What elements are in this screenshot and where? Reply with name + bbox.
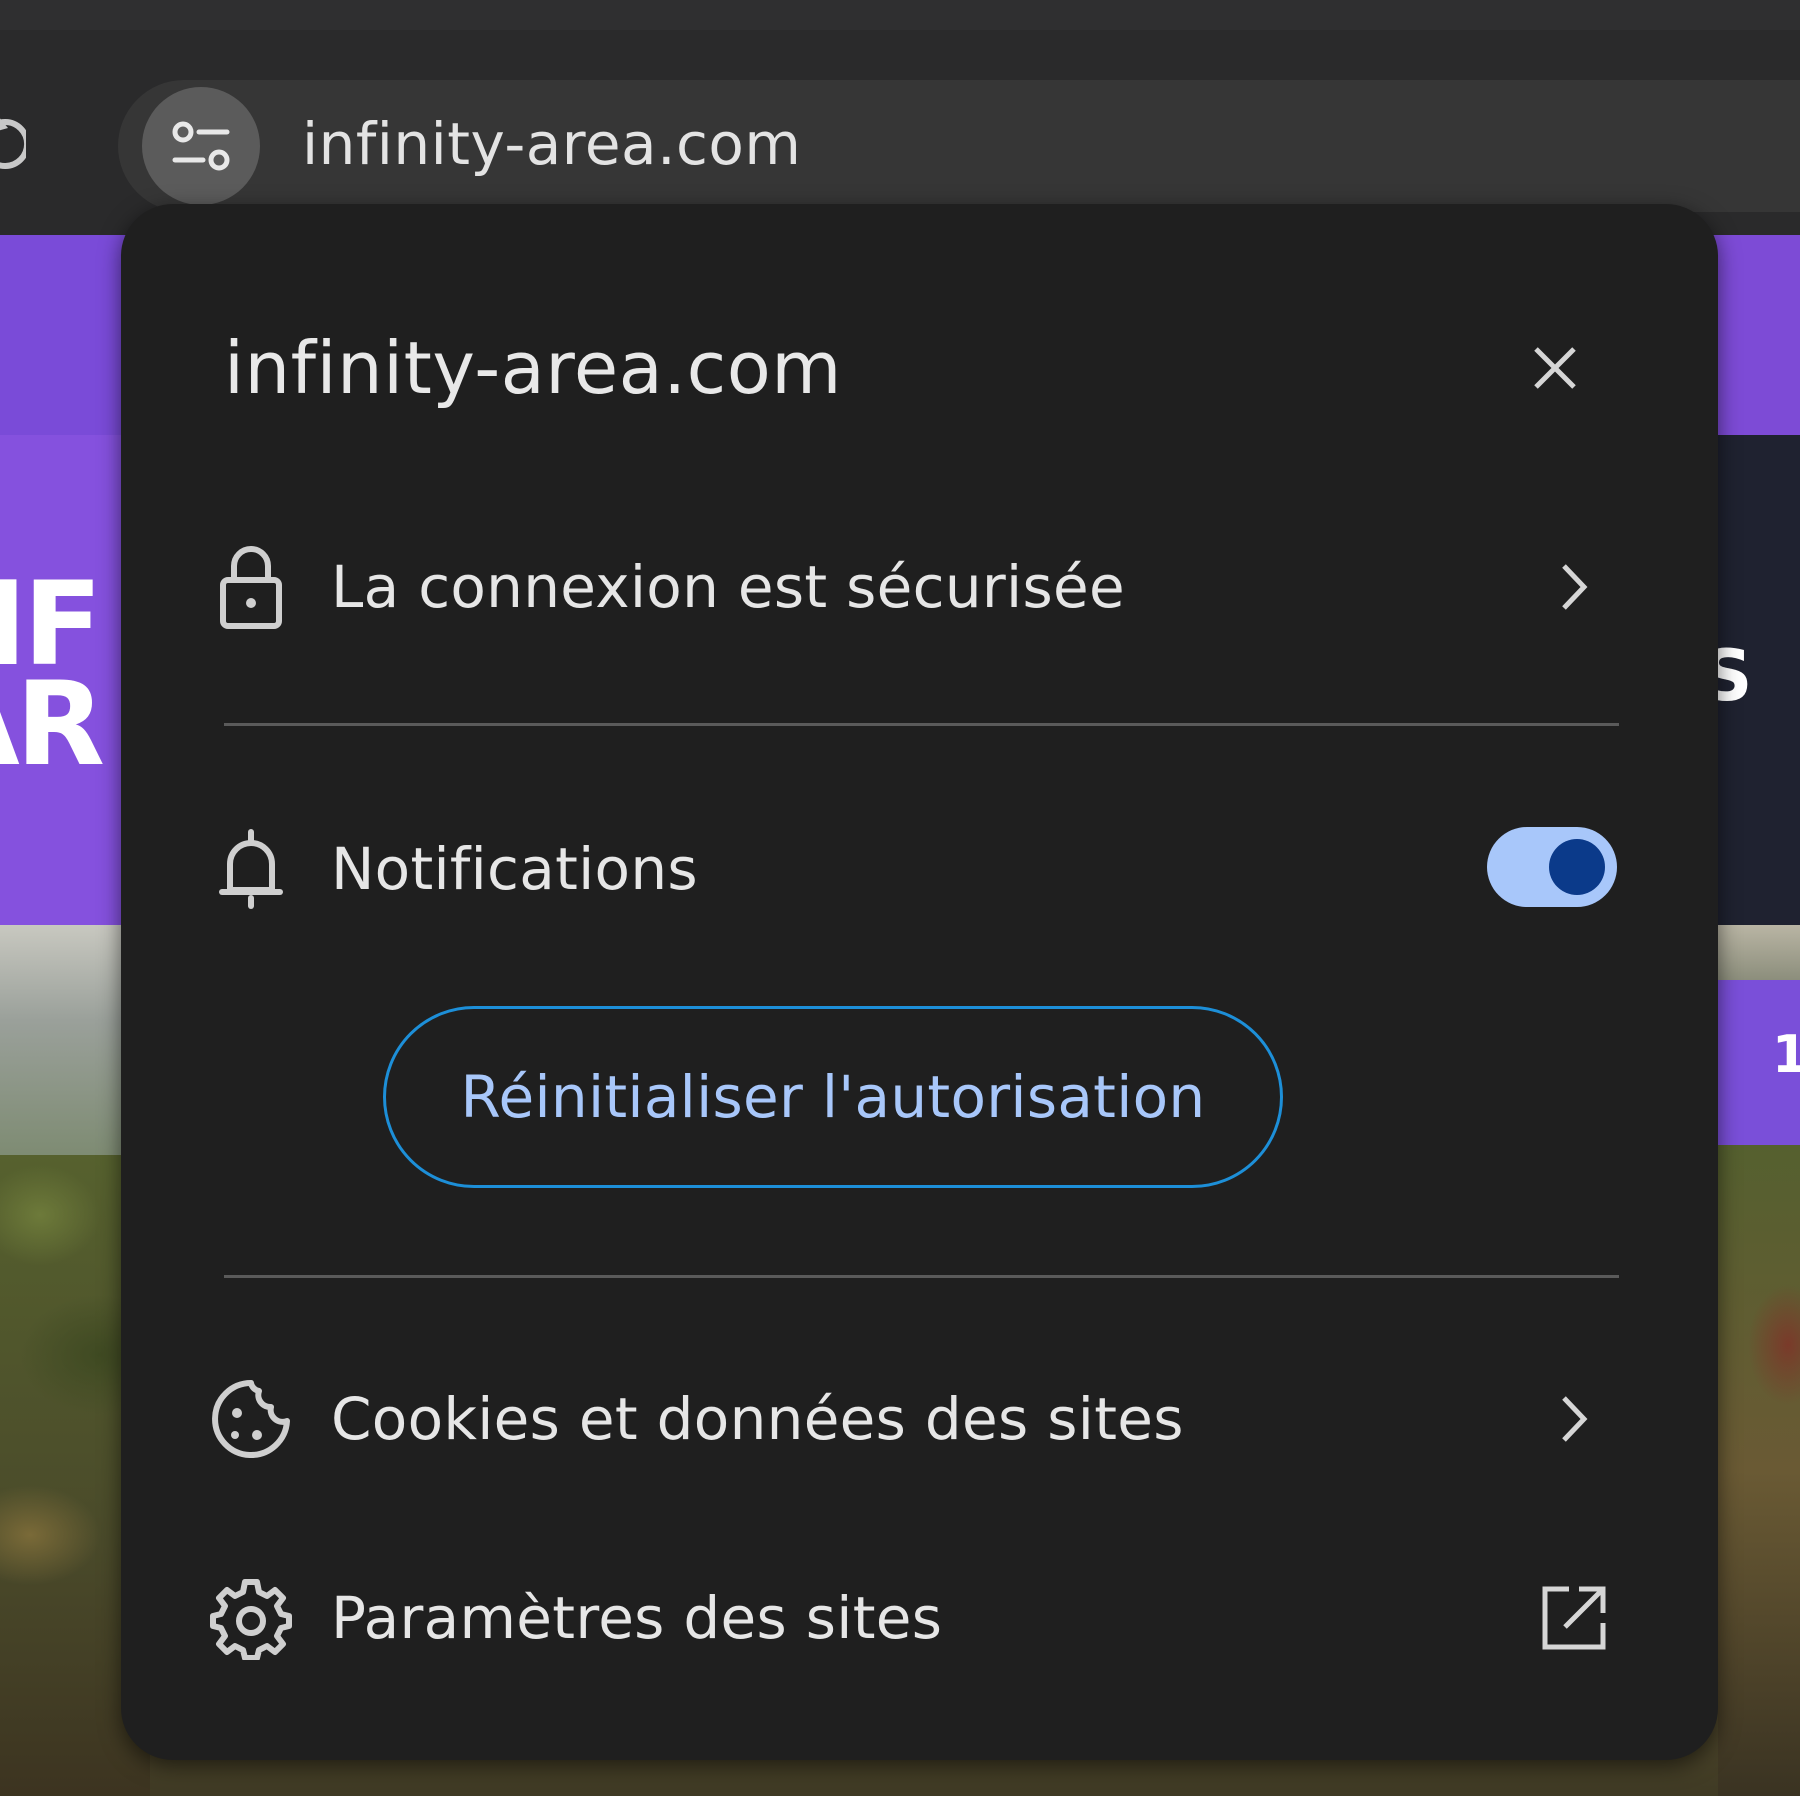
address-url[interactable]: infinity-area.com [302,110,801,178]
notifications-toggle[interactable] [1487,827,1617,907]
site-info-popup: infinity-area.com La connexion est sécur… [121,204,1718,1760]
site-info-button[interactable] [142,87,260,205]
notifications-row: Notifications [199,804,1639,934]
bell-icon [199,814,303,924]
cookies-row[interactable]: Cookies et données des sites [199,1354,1639,1484]
address-bar[interactable]: infinity-area.com [118,80,1800,212]
close-button[interactable] [1516,329,1594,407]
connection-security-row[interactable]: La connexion est sécurisée [199,522,1639,652]
open-in-new-icon [1539,1583,1609,1653]
gear-icon [199,1563,303,1673]
cookies-label: Cookies et données des sites [331,1385,1184,1453]
site-header-stripe [1718,235,1800,435]
connection-label: La connexion est sécurisée [331,553,1125,621]
divider [224,723,1619,726]
site-logo: NFAR [0,557,105,792]
chevron-right-icon [1539,552,1609,622]
tab-strip [0,0,1800,30]
reset-permission-button[interactable]: Réinitialiser l'autorisation [383,1006,1283,1188]
divider [224,1275,1619,1278]
reload-icon[interactable] [0,108,26,178]
lock-icon [199,532,303,642]
toggle-knob [1549,839,1605,895]
site-photo-strip [1718,925,1800,980]
site-settings-label: Paramètres des sites [331,1584,943,1652]
tune-icon [172,121,230,171]
site-badge-text: 1 [1772,1025,1800,1085]
site-photo-right [1718,1145,1800,1796]
site-settings-row[interactable]: Paramètres des sites [199,1553,1639,1683]
cookie-icon [199,1364,303,1474]
close-icon [1534,347,1576,389]
notifications-label: Notifications [331,835,698,903]
chevron-right-icon [1539,1384,1609,1454]
popup-title: infinity-area.com [224,326,842,410]
reset-permission-label: Réinitialiser l'autorisation [460,1063,1206,1131]
